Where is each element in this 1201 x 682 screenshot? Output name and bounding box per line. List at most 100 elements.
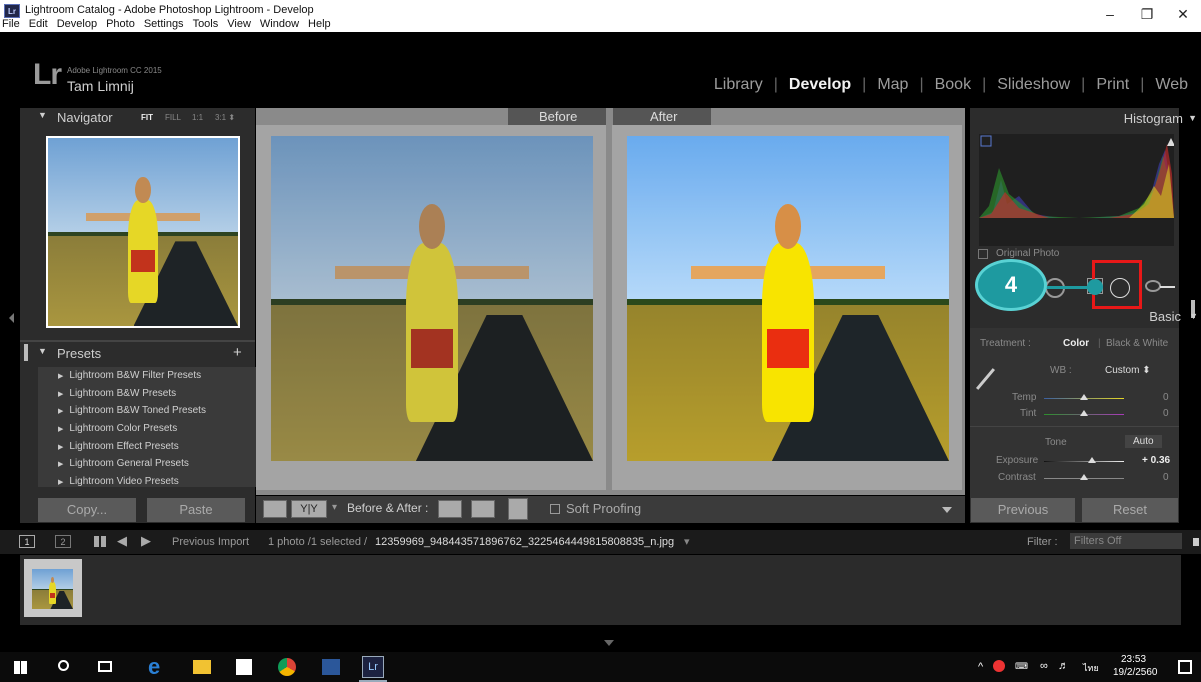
after-photo[interactable] xyxy=(627,136,949,461)
filename-dropdown-icon[interactable]: ▾ xyxy=(684,535,690,548)
menu-window[interactable]: Window xyxy=(260,18,299,30)
preset-folder[interactable]: Lightroom B&W Filter Presets xyxy=(38,367,256,385)
chrome-icon[interactable] xyxy=(278,658,296,676)
preset-folder[interactable]: Lightroom Video Presets xyxy=(38,473,256,491)
exposure-slider[interactable] xyxy=(1044,461,1124,462)
language-indicator[interactable]: ไทย xyxy=(1083,661,1099,675)
tray-app-icon[interactable] xyxy=(993,660,1005,672)
menu-edit[interactable]: Edit xyxy=(29,18,48,30)
copy-button[interactable]: Copy... xyxy=(38,498,136,522)
module-library[interactable]: Library xyxy=(703,76,774,94)
treatment-color[interactable]: Color xyxy=(1063,338,1089,349)
before-photo[interactable] xyxy=(271,136,593,461)
exposure-slider-thumb[interactable] xyxy=(1088,457,1096,463)
minimize-button[interactable]: – xyxy=(1100,6,1120,22)
wb-select[interactable]: Custom ⬍ xyxy=(1105,365,1151,376)
basic-header[interactable]: Basic ▼ xyxy=(970,309,1201,329)
navigator-collapse-icon[interactable]: ▼ xyxy=(38,110,47,120)
zoom-fit[interactable]: FIT xyxy=(141,113,153,122)
previous-button[interactable]: Previous xyxy=(971,498,1075,522)
histogram-collapse-icon[interactable]: ▼ xyxy=(1188,113,1197,123)
tray-ime-icon[interactable]: ⌨ xyxy=(1015,661,1028,672)
original-photo-checkbox[interactable] xyxy=(978,249,988,259)
filter-select[interactable]: Filters Off xyxy=(1070,533,1182,549)
zoom-fill[interactable]: FILL xyxy=(165,113,181,122)
grid-view-icon[interactable] xyxy=(94,536,108,547)
navigator-header[interactable]: ▼ Navigator FIT FILL 1:1 3:1 ⬍ xyxy=(20,110,255,130)
presets-header[interactable]: ▼ Presets + xyxy=(20,344,255,366)
preset-folder[interactable]: Lightroom General Presets xyxy=(38,455,256,473)
word-icon[interactable] xyxy=(322,659,340,675)
filmstrip-thumbnail[interactable] xyxy=(24,559,82,617)
view-mode-dropdown-icon[interactable]: ▾ xyxy=(332,502,337,513)
add-preset-icon[interactable]: + xyxy=(233,344,242,361)
secondary-window-button[interactable]: 2 xyxy=(55,535,71,548)
preset-folder[interactable]: Lightroom Effect Presets xyxy=(38,438,256,456)
source-label[interactable]: Previous Import xyxy=(172,536,249,548)
tray-chevron-icon[interactable]: ^ xyxy=(978,661,983,673)
back-arrow-icon[interactable]: ◀ xyxy=(117,533,127,549)
menu-file[interactable]: File xyxy=(2,18,20,30)
contrast-value[interactable]: 0 xyxy=(1163,472,1169,483)
module-book[interactable]: Book xyxy=(924,76,982,94)
filter-lock-icon[interactable] xyxy=(1193,538,1199,546)
graduated-filter-icon[interactable] xyxy=(1145,280,1161,292)
bottom-panel-toggle-icon[interactable] xyxy=(604,640,614,646)
treatment-black-white[interactable]: Black & White xyxy=(1106,338,1168,349)
module-slideshow[interactable]: Slideshow xyxy=(986,76,1081,94)
paste-button[interactable]: Paste xyxy=(147,498,245,522)
menu-settings[interactable]: Settings xyxy=(144,18,184,30)
network-icon[interactable]: ∞ xyxy=(1040,660,1048,672)
menu-develop[interactable]: Develop xyxy=(57,18,97,30)
soft-proofing-checkbox[interactable] xyxy=(550,504,560,514)
left-panel-toggle-icon[interactable] xyxy=(9,313,14,323)
histogram-header[interactable]: Histogram ▼ xyxy=(970,111,1201,131)
main-window-button[interactable]: 1 xyxy=(19,535,35,548)
menu-photo[interactable]: Photo xyxy=(106,18,135,30)
maximize-button[interactable]: ❐ xyxy=(1137,6,1157,23)
toolbar-menu-icon[interactable] xyxy=(942,507,952,513)
histogram[interactable] xyxy=(979,134,1175,246)
temp-slider-thumb[interactable] xyxy=(1080,394,1088,400)
tint-value[interactable]: 0 xyxy=(1163,408,1169,419)
module-print[interactable]: Print xyxy=(1085,76,1140,94)
edge-icon[interactable]: e xyxy=(148,654,160,680)
preset-folder[interactable]: Lightroom B&W Presets xyxy=(38,385,256,403)
preset-folder[interactable]: Lightroom B&W Toned Presets xyxy=(38,402,256,420)
menu-help[interactable]: Help xyxy=(308,18,331,30)
zoom-3-1[interactable]: 3:1 ⬍ xyxy=(215,113,235,122)
swap-before-after-icon[interactable] xyxy=(508,498,528,520)
forward-arrow-icon[interactable]: ▶ xyxy=(141,533,151,549)
copy-after-to-before-icon[interactable] xyxy=(471,500,495,518)
file-explorer-icon[interactable] xyxy=(193,660,211,674)
action-center-icon[interactable] xyxy=(1178,660,1192,674)
store-icon[interactable] xyxy=(236,659,252,675)
module-develop[interactable]: Develop xyxy=(778,76,862,94)
clock-date[interactable]: 19/2/2560 xyxy=(1113,667,1158,678)
clock-time[interactable]: 23:53 xyxy=(1121,654,1146,665)
before-after-view-button[interactable]: Y|Y xyxy=(291,500,327,518)
zoom-1-1[interactable]: 1:1 xyxy=(192,113,203,122)
volume-icon[interactable]: ♬ xyxy=(1058,660,1069,672)
adjustment-brush-icon[interactable] xyxy=(1160,286,1175,288)
presets-collapse-icon[interactable]: ▼ xyxy=(38,346,47,356)
search-icon[interactable] xyxy=(58,660,69,671)
basic-collapse-icon[interactable]: ▼ xyxy=(1189,311,1198,321)
menu-view[interactable]: View xyxy=(227,18,251,30)
copy-before-to-after-icon[interactable] xyxy=(438,500,462,518)
menu-tools[interactable]: Tools xyxy=(193,18,219,30)
lightroom-taskbar-icon[interactable]: Lr xyxy=(362,656,384,678)
close-button[interactable]: ✕ xyxy=(1173,6,1193,23)
exposure-value[interactable]: + 0.36 xyxy=(1142,455,1170,466)
contrast-slider-thumb[interactable] xyxy=(1080,474,1088,480)
filename[interactable]: 12359969_948443571896762_322546444981580… xyxy=(375,536,674,548)
module-web[interactable]: Web xyxy=(1144,76,1199,94)
navigator-preview[interactable] xyxy=(46,136,240,328)
tone-auto-button[interactable]: Auto xyxy=(1125,435,1162,448)
module-map[interactable]: Map xyxy=(866,76,919,94)
task-view-icon[interactable] xyxy=(98,661,112,672)
temp-value[interactable]: 0 xyxy=(1163,392,1169,403)
start-icon[interactable] xyxy=(14,661,27,674)
loupe-view-icon[interactable] xyxy=(263,500,287,518)
preset-folder[interactable]: Lightroom Color Presets xyxy=(38,420,256,438)
